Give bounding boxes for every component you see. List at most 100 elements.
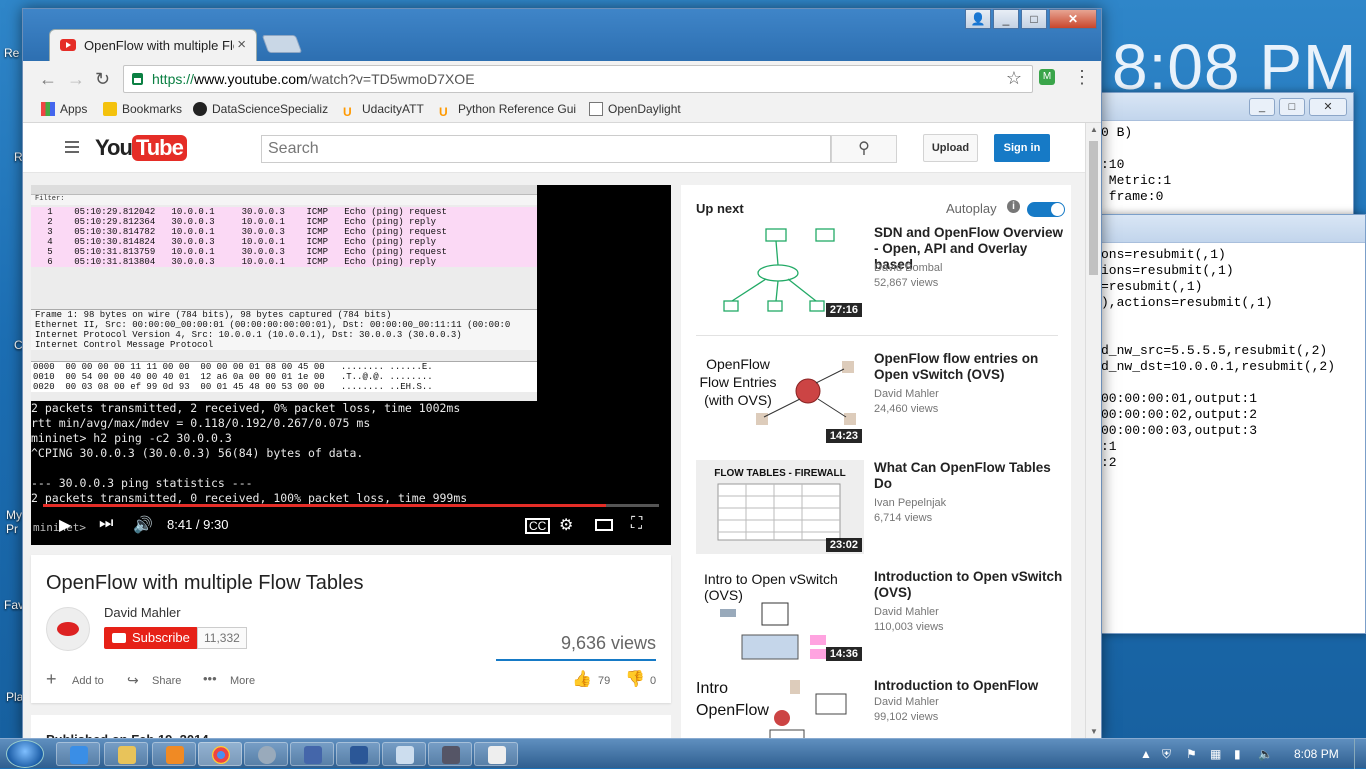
page-scrollbar[interactable]: ▲ ▼ [1085, 123, 1101, 741]
bookmark-star-icon[interactable]: ☆ [1006, 68, 1022, 89]
video-thumbnail[interactable]: FLOW TABLES - FIREWALL 23:02 [696, 460, 864, 554]
bookmark-python-reference[interactable]: U Python Reference Gui [439, 102, 576, 119]
video-thumbnail[interactable]: Intro OpenFlow [696, 678, 864, 741]
info-icon[interactable]: i [1007, 200, 1020, 213]
video-progress-bar[interactable] [43, 504, 659, 507]
bookmark-apps[interactable]: Apps [41, 102, 87, 116]
add-to-icon[interactable]: + [46, 669, 57, 690]
theater-mode-icon[interactable] [595, 519, 613, 531]
share-icon[interactable]: ↪ [127, 672, 139, 689]
minimize-button[interactable]: _ [993, 9, 1019, 29]
fullscreen-icon[interactable]: ⛶ [631, 515, 642, 533]
captions-icon[interactable]: CC [525, 518, 551, 534]
play-icon[interactable]: ▶ [59, 515, 71, 535]
video-player[interactable]: Filter: 1 05:10:29.812042 10.0.0.1 30.0.… [31, 185, 671, 545]
bookmark-datascience[interactable]: DataScienceSpecializ [193, 102, 328, 116]
bookmark-opendaylight[interactable]: OpenDaylight [589, 102, 681, 116]
more-button[interactable]: More [230, 675, 255, 687]
show-hidden-icons[interactable]: ▲ [1140, 747, 1152, 761]
desktop-icon-label[interactable]: Re [4, 46, 19, 60]
shield-icon[interactable]: ⛨ [1162, 747, 1171, 762]
flag-icon[interactable]: ⚑ [1186, 747, 1197, 761]
taskbar-media[interactable] [152, 742, 196, 766]
add-to-button[interactable]: Add to [72, 675, 104, 687]
taskbar-clock[interactable]: 8:08 PM [1294, 747, 1339, 761]
related-video-item[interactable]: FLOW TABLES - FIREWALL 23:02 What Can Op… [696, 460, 1066, 556]
related-video-title[interactable]: Introduction to Open vSwitch (OVS) [874, 569, 1066, 601]
taskbar-ie[interactable] [56, 742, 100, 766]
maximize-button[interactable]: □ [1021, 9, 1047, 29]
subscribe-button[interactable]: Subscribe [104, 627, 198, 649]
window-titlebar[interactable] [1101, 215, 1365, 243]
thumbs-down-icon[interactable]: 👎 [625, 669, 645, 689]
background-terminal-window-2[interactable]: ons=resubmit(,1) ions=resubmit(,1) =resu… [1100, 214, 1366, 634]
related-video-title[interactable]: OpenFlow flow entries on Open vSwitch (O… [874, 351, 1066, 383]
volume-icon[interactable]: 🔊 [133, 515, 153, 535]
taskbar-virtualbox[interactable] [290, 742, 334, 766]
chrome-menu-icon[interactable]: ⋮ [1073, 67, 1091, 88]
network-icon[interactable]: ▦ [1210, 747, 1221, 761]
close-button[interactable]: ✕ [1049, 9, 1097, 29]
wireshark-toolbar [31, 185, 537, 195]
share-button[interactable]: Share [152, 675, 181, 687]
guide-menu-icon[interactable] [65, 141, 79, 143]
forward-arrow-icon[interactable]: → [67, 69, 85, 90]
next-video-icon[interactable]: ⏭ [99, 515, 113, 533]
channel-avatar[interactable] [46, 607, 90, 651]
desktop-icon-label[interactable]: Fav [4, 598, 24, 612]
start-button[interactable] [6, 740, 44, 768]
tab-close-icon[interactable]: × [237, 36, 246, 53]
search-button[interactable]: ⚲ [831, 135, 897, 163]
maximize-button[interactable]: □ [1279, 98, 1305, 116]
related-video-item[interactable]: 27:16 SDN and OpenFlow Overview - Open, … [696, 225, 1066, 321]
address-bar[interactable]: https://www.youtube.com/watch?v=TD5wmoD7… [123, 65, 1033, 93]
browser-tab-active[interactable]: OpenFlow with multiple Flow Tables × [49, 29, 257, 61]
battery-icon[interactable]: ▮ [1234, 747, 1241, 761]
autoplay-toggle[interactable] [1027, 202, 1065, 217]
view-count: 9,636 views [560, 633, 656, 653]
extension-icon[interactable]: M [1039, 69, 1055, 85]
search-input[interactable]: Search [261, 135, 831, 163]
browser-titlebar[interactable]: OpenFlow with multiple Flow Tables × 👤 _… [23, 9, 1101, 61]
desktop-icon-label[interactable]: Pla [6, 690, 23, 704]
related-video-item[interactable]: Intro to Open vSwitch (OVS) 14:36 Introd… [696, 569, 1066, 665]
scrollbar-thumb[interactable] [1089, 141, 1098, 275]
video-thumbnail[interactable]: OpenFlow Flow Entries (with OVS) 14:23 [696, 351, 864, 445]
more-dots-icon[interactable]: ••• [203, 671, 217, 686]
new-tab-button[interactable] [261, 35, 303, 53]
scroll-down-arrow-icon[interactable]: ▼ [1090, 727, 1098, 736]
taskbar-chrome[interactable] [198, 742, 242, 766]
related-video-item[interactable]: OpenFlow Flow Entries (with OVS) 14:23 O… [696, 351, 1066, 447]
close-button[interactable]: ✕ [1309, 98, 1347, 116]
taskbar-xming[interactable] [474, 742, 518, 766]
related-video-title[interactable]: What Can OpenFlow Tables Do [874, 460, 1066, 492]
chrome-icon [212, 746, 230, 764]
bookmark-bookmarks[interactable]: Bookmarks [103, 102, 182, 116]
scroll-up-arrow-icon[interactable]: ▲ [1090, 125, 1098, 134]
video-thumbnail[interactable]: Intro to Open vSwitch (OVS) 14:36 [696, 569, 864, 663]
minimize-button[interactable]: _ [1249, 98, 1275, 116]
window-titlebar[interactable]: _ □ ✕ [1101, 93, 1353, 121]
channel-name[interactable]: David Mahler [104, 605, 181, 620]
volume-icon[interactable]: 🔈 [1258, 747, 1273, 761]
youtube-logo[interactable]: You Tube [95, 135, 187, 161]
taskbar-putty[interactable] [428, 742, 472, 766]
thumbs-up-icon[interactable]: 👍 [572, 669, 592, 689]
upload-button[interactable]: Upload [923, 134, 978, 162]
taskbar-word[interactable] [336, 742, 380, 766]
background-terminal-window-1[interactable]: _ □ ✕ 0 B) :10 Metric:1 frame:0 [1100, 92, 1354, 232]
settings-gear-icon[interactable]: ⚙ [559, 515, 573, 535]
bookmark-udacity[interactable]: U UdacityATT [343, 102, 424, 119]
video-thumbnail[interactable]: 27:16 [696, 225, 864, 319]
reload-icon[interactable]: ↻ [95, 69, 110, 90]
related-video-item[interactable]: Intro OpenFlow Introduction to OpenFlow … [696, 678, 1066, 741]
back-arrow-icon[interactable]: ← [39, 69, 57, 90]
profile-button[interactable]: 👤 [965, 9, 991, 29]
show-desktop-button[interactable] [1354, 739, 1366, 769]
taskbar-explorer[interactable] [104, 742, 148, 766]
sign-in-button[interactable]: Sign in [994, 134, 1050, 162]
taskbar-app[interactable] [244, 742, 288, 766]
packet-detail-line: Frame 1: 98 bytes on wire (784 bits), 98… [35, 310, 392, 320]
related-video-title[interactable]: Introduction to OpenFlow [874, 678, 1066, 694]
taskbar-notepad[interactable] [382, 742, 426, 766]
